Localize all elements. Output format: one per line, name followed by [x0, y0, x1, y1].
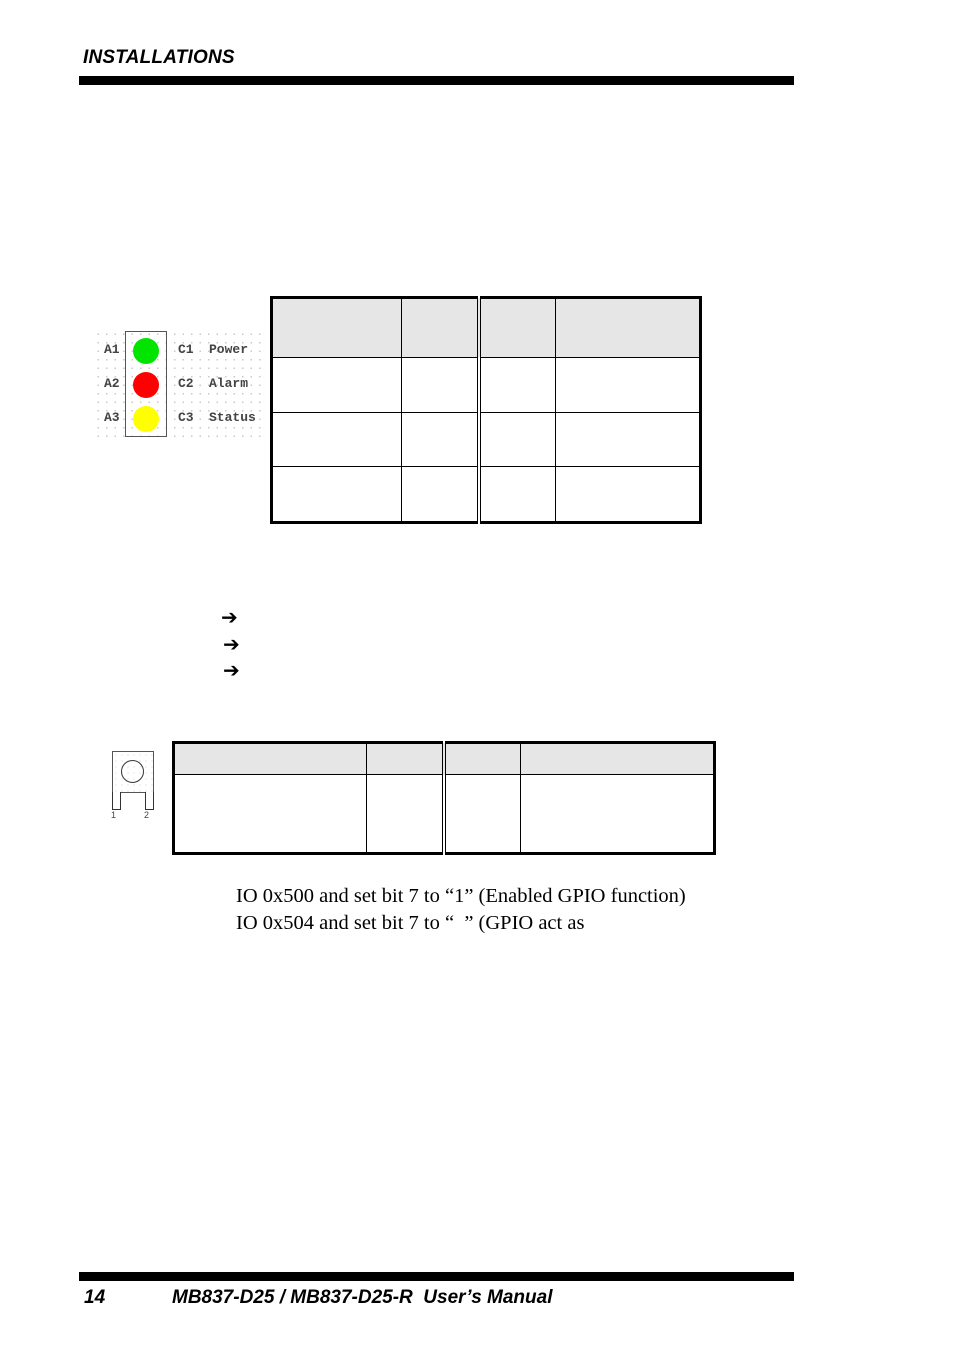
table-row	[271, 356, 701, 413]
table-cell	[520, 774, 715, 854]
status-led-icon	[133, 406, 159, 432]
table-header-row	[271, 297, 701, 358]
pin-a3-label: A3	[104, 410, 120, 425]
pin-c3-label: C3	[178, 410, 194, 425]
buzzer-pin-1-label: 1	[111, 810, 117, 820]
table-cell	[478, 356, 556, 413]
table-header-cell	[478, 297, 556, 358]
buzzer-pin-table	[172, 741, 716, 855]
status-label: Status	[209, 410, 256, 425]
table-cell	[478, 466, 556, 523]
table-cell	[555, 466, 701, 523]
table-cell	[271, 466, 402, 523]
table-cell	[271, 356, 402, 413]
table-cell	[443, 774, 521, 854]
buzzer-pin-1	[112, 792, 121, 810]
pin-c1-label: C1	[178, 342, 194, 357]
table-row	[271, 466, 701, 523]
alarm-label: Alarm	[209, 376, 249, 391]
gpio-instruction-line-2: IO 0x504 and set bit 7 to “ ” (GPIO act …	[236, 912, 585, 934]
table-header-cell	[401, 297, 481, 358]
pin-a1-label: A1	[104, 342, 120, 357]
table-header-cell	[555, 297, 701, 358]
table-cell	[555, 356, 701, 413]
table-cell	[173, 774, 367, 854]
table-cell	[401, 411, 481, 468]
page-number: 14	[84, 1287, 106, 1308]
table-cell	[401, 466, 481, 523]
pin-a2-label: A2	[104, 376, 120, 391]
table-cell	[366, 774, 446, 854]
table-header-cell	[520, 741, 715, 776]
section-title: INSTALLATIONS	[83, 47, 235, 68]
manual-title: MB837-D25 / MB837-D25-R User’s Manual	[172, 1287, 553, 1308]
table-cell	[555, 411, 701, 468]
table-row	[271, 411, 701, 468]
table-row	[173, 774, 715, 854]
table-cell	[401, 356, 481, 413]
power-led-icon	[133, 338, 159, 364]
pin-c2-label: C2	[178, 376, 194, 391]
buzzer-pin-2-label: 2	[144, 810, 150, 820]
table-header-cell	[173, 741, 367, 776]
footer-rule	[79, 1272, 794, 1281]
table-header-cell	[271, 297, 402, 358]
table-header-row	[173, 741, 715, 776]
power-label: Power	[209, 342, 249, 357]
buzzer-icon	[121, 760, 144, 783]
table-header-cell	[366, 741, 446, 776]
header-rule	[79, 76, 794, 85]
table-cell	[271, 411, 402, 468]
table-cell	[478, 411, 556, 468]
gpio-instruction-line-1: IO 0x500 and set bit 7 to “1” (Enabled G…	[236, 885, 686, 907]
table-header-cell	[443, 741, 521, 776]
buzzer-pin-2	[145, 792, 154, 810]
arrow-right-icon: ➔	[223, 632, 240, 656]
alarm-led-icon	[133, 372, 159, 398]
led-pin-table	[270, 296, 702, 524]
arrow-right-icon: ➔	[221, 605, 238, 629]
arrow-right-icon: ➔	[223, 658, 240, 682]
